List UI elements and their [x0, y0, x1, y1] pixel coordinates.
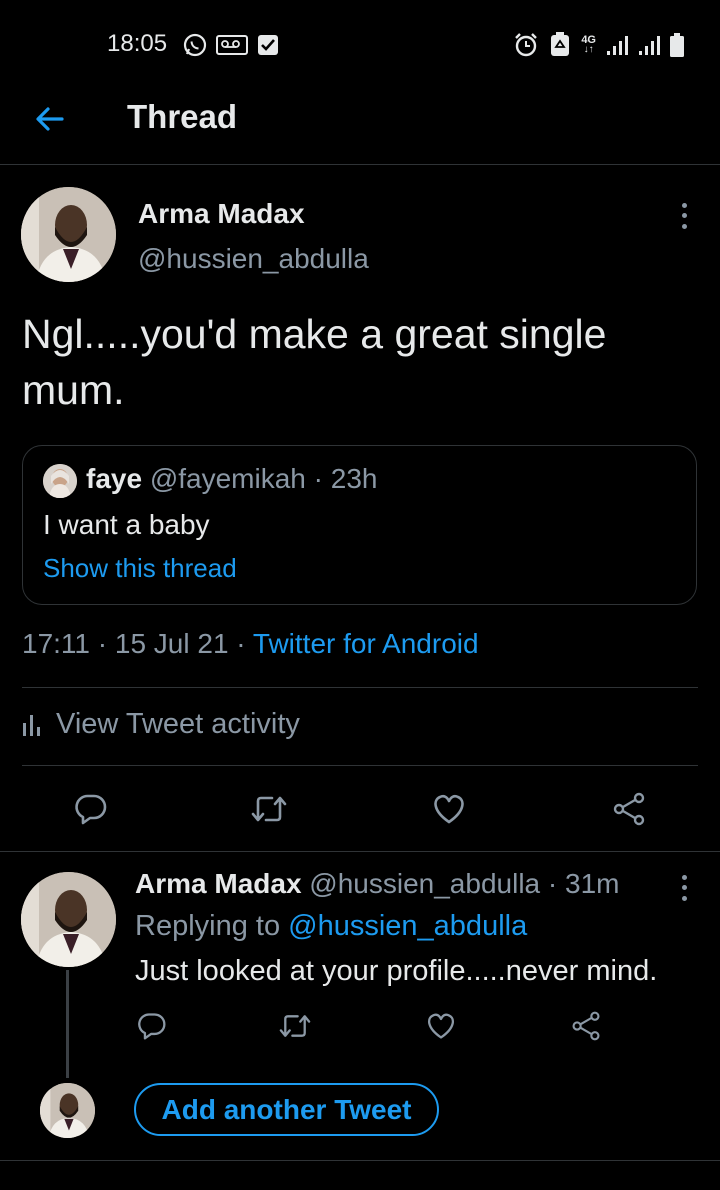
- quote-meta: faye @fayemikah · 23h: [86, 463, 377, 495]
- reply-button[interactable]: [72, 790, 110, 828]
- quote-avatar: [43, 464, 77, 498]
- share-icon: [613, 792, 645, 826]
- heart-icon: [427, 1013, 455, 1039]
- reply-icon: [75, 794, 107, 825]
- share-button[interactable]: [610, 790, 648, 828]
- signal-icon: [607, 36, 628, 55]
- voicemail-icon: [216, 35, 248, 55]
- separator: [0, 851, 720, 852]
- replying-label: Replying to: [135, 910, 281, 942]
- reply-text: Just looked at your profile.....never mi…: [135, 955, 658, 987]
- reply-like-button[interactable]: [425, 1010, 457, 1042]
- checkbox-icon: [258, 35, 278, 55]
- status-icons-right: 4G ↓↑: [513, 32, 684, 58]
- author-name[interactable]: Arma Madax: [138, 198, 305, 230]
- reply-avatar[interactable]: [21, 872, 116, 967]
- signal-icon: [639, 36, 660, 55]
- reply-avatar-image: [21, 872, 116, 967]
- alarm-icon: [515, 33, 538, 57]
- author-handle[interactable]: @hussien_abdulla: [138, 243, 369, 275]
- more-options-icon[interactable]: [674, 200, 694, 232]
- tweet-text: Ngl.....you'd make a great single mum.: [22, 311, 607, 413]
- divider: [22, 765, 698, 766]
- whatsapp-icon: [183, 33, 207, 57]
- tweet-timestamp: 17:11 · 15 Jul 21 ·: [22, 628, 246, 659]
- battery-icon: [670, 33, 684, 57]
- reply-more-options-icon[interactable]: [674, 872, 694, 904]
- composer-avatar: [40, 1083, 95, 1138]
- reply-icon: [138, 1013, 166, 1040]
- reply-reply-button[interactable]: [136, 1010, 168, 1042]
- quote-author-handle: @fayemikah: [149, 463, 306, 494]
- avatar[interactable]: [21, 187, 116, 282]
- view-activity-button[interactable]: View Tweet activity: [22, 708, 300, 741]
- composer-avatar-image: [40, 1083, 95, 1138]
- analytics-icon: [23, 714, 40, 736]
- reply-meta: Arma Madax @hussien_abdulla · 31m: [135, 868, 619, 900]
- retweet-icon: [279, 1015, 311, 1037]
- reply-author-name[interactable]: Arma Madax: [135, 868, 302, 899]
- like-button[interactable]: [430, 790, 468, 828]
- tweet-meta: 17:11 · 15 Jul 21 · Twitter for Android: [22, 628, 479, 660]
- retweet-button[interactable]: [248, 790, 290, 828]
- separator: [0, 1160, 720, 1161]
- status-icons-left: [182, 32, 280, 58]
- tweet-source-link[interactable]: Twitter for Android: [253, 628, 479, 659]
- header: [0, 90, 720, 165]
- divider: [22, 687, 698, 688]
- share-icon: [572, 1011, 600, 1041]
- quote-text: I want a baby: [43, 509, 210, 540]
- add-another-tweet-button[interactable]: Add another Tweet: [134, 1083, 439, 1136]
- reply-share-button[interactable]: [570, 1010, 602, 1042]
- show-thread-link[interactable]: Show this thread: [43, 553, 237, 584]
- heart-icon: [434, 794, 464, 824]
- page-title: Thread: [127, 98, 238, 135]
- network-4g-icon: 4G ↓↑: [581, 34, 596, 55]
- back-arrow-icon[interactable]: [32, 101, 68, 137]
- avatar-image: [21, 187, 116, 282]
- quote-time: · 23h: [313, 463, 378, 494]
- quote-author-name: faye: [86, 463, 143, 494]
- retweet-icon: [251, 796, 287, 822]
- status-time: 18:05: [107, 30, 168, 57]
- recycle-icon: [551, 32, 570, 56]
- reply-author-handle[interactable]: @hussien_abdulla: [309, 868, 540, 899]
- quote-avatar-image: [43, 464, 77, 498]
- view-activity-label: View Tweet activity: [56, 708, 300, 740]
- replying-to: Replying to @hussien_abdulla: [135, 910, 527, 943]
- reply-retweet-button[interactable]: [276, 1010, 314, 1042]
- replying-mention-link[interactable]: @hussien_abdulla: [288, 910, 527, 942]
- reply-time: · 31m: [547, 868, 620, 899]
- thread-line: [66, 970, 69, 1078]
